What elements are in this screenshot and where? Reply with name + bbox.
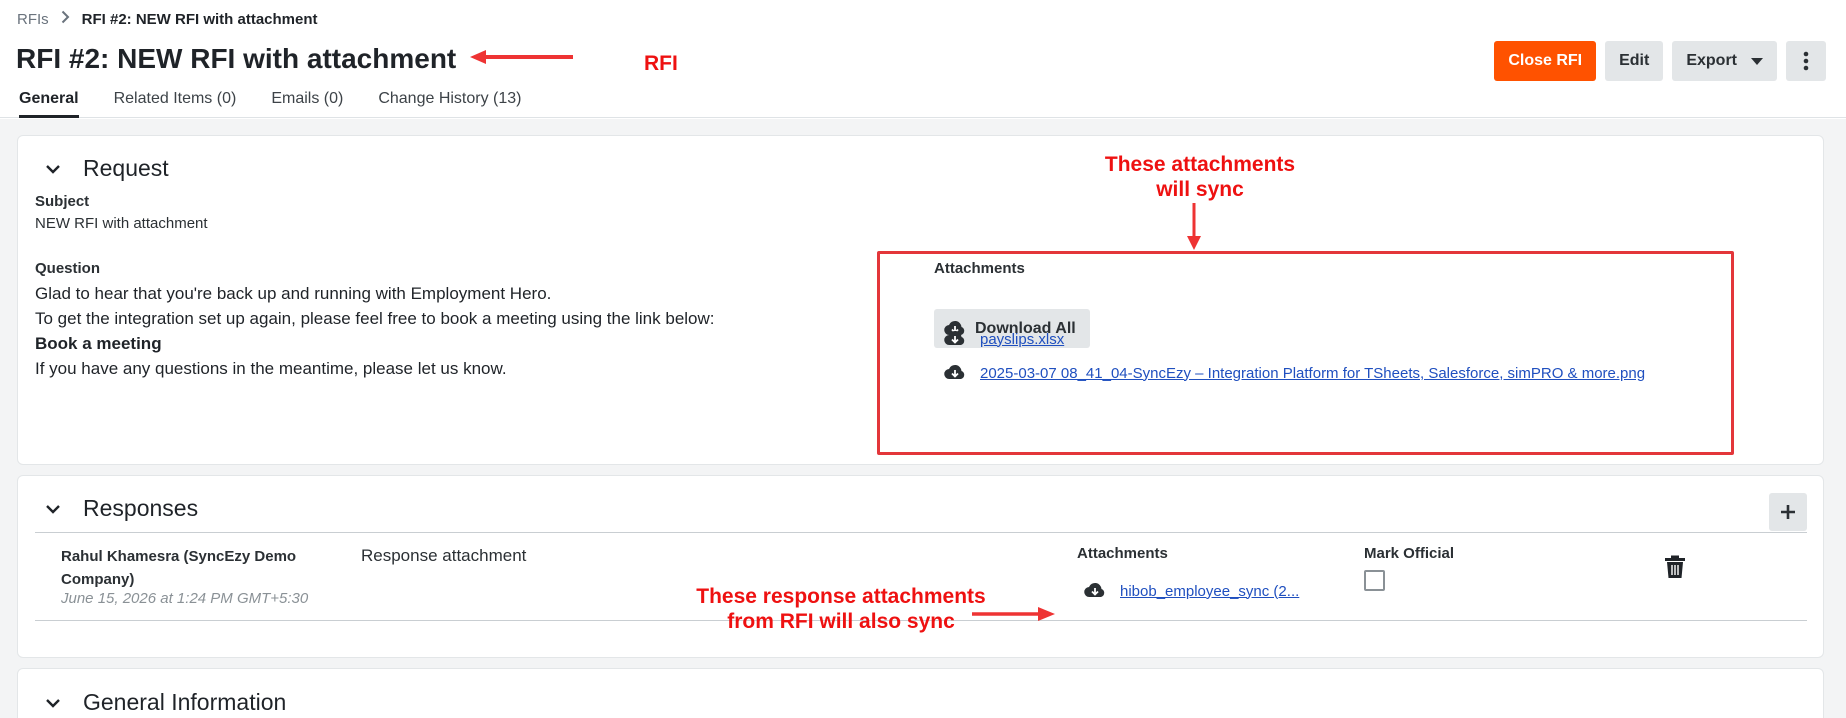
vertical-dots-icon — [1803, 51, 1809, 71]
question-line: Glad to hear that you're back up and run… — [35, 284, 552, 303]
tab-general[interactable]: General — [19, 90, 79, 118]
response-author: Rahul Khamesra (SyncEzy Demo Company) — [61, 545, 296, 591]
annotation-line: will sync — [1156, 178, 1244, 201]
general-information-title: General Information — [83, 689, 287, 715]
question-label: Question — [35, 260, 101, 277]
response-date: June 15, 2026 at 1:24 PM GMT+5:30 — [61, 590, 309, 607]
question-body: Glad to hear that you're back up and run… — [35, 281, 715, 381]
request-section-header[interactable]: Request — [45, 155, 169, 182]
trash-icon[interactable] — [1664, 555, 1686, 579]
response-text: Response attachment — [361, 546, 527, 565]
cloud-download-icon[interactable] — [1084, 582, 1106, 600]
annotation-line: from RFI will also sync — [727, 610, 955, 633]
responses-title: Responses — [83, 495, 199, 521]
response-attachment-link[interactable]: hibob_employee_sync (2... — [1120, 583, 1299, 600]
subject-label: Subject — [35, 193, 90, 210]
export-label: Export — [1686, 52, 1737, 69]
response-author-line: Company) — [61, 571, 135, 588]
annotation-line: These attachments — [1104, 153, 1296, 176]
response-attachments-label: Attachments — [1077, 545, 1168, 562]
breadcrumb: RFIs RFI #2: NEW RFI with attachment — [17, 10, 318, 28]
caret-down-icon — [1751, 57, 1763, 65]
annotation-responses-sync: These response attachments from RFI will… — [686, 584, 996, 634]
export-button[interactable]: Export — [1672, 41, 1777, 81]
more-options-button[interactable] — [1786, 41, 1826, 81]
chevron-down-icon — [46, 504, 60, 514]
toolbar: Close RFI Edit Export — [1494, 41, 1826, 81]
subject-value: NEW RFI with attachment — [35, 215, 208, 232]
annotation-attachments-sync: These attachments will sync — [1090, 152, 1310, 202]
annotation-arrow-rfi — [470, 50, 573, 64]
annotation-highlight-box — [877, 251, 1734, 455]
general-information-card: General Information — [17, 668, 1824, 718]
response-author-line: Rahul Khamesra (SyncEzy Demo — [61, 548, 297, 565]
annotation-line: These response attachments — [696, 585, 986, 608]
annotation-arrow-down — [1187, 203, 1201, 250]
chevron-right-icon — [61, 10, 70, 28]
request-title: Request — [83, 155, 169, 181]
breadcrumb-current: RFI #2: NEW RFI with attachment — [81, 10, 318, 28]
breadcrumb-rfis-link[interactable]: RFIs — [17, 11, 49, 28]
general-information-section-header[interactable]: General Information — [45, 689, 286, 716]
book-meeting-link[interactable]: Book a meeting — [35, 331, 715, 356]
tab-emails[interactable]: Emails (0) — [271, 90, 343, 118]
tab-bar: General Related Items (0) Emails (0) Cha… — [19, 90, 522, 118]
plus-icon — [1781, 505, 1795, 519]
add-response-button[interactable] — [1769, 493, 1807, 531]
edit-button[interactable]: Edit — [1605, 41, 1664, 81]
question-line: To get the integration set up again, ple… — [35, 309, 715, 328]
chevron-down-icon — [46, 698, 60, 708]
annotation-arrow-right — [972, 607, 1055, 621]
mark-official-label: Mark Official — [1364, 545, 1455, 562]
mark-official-checkbox[interactable] — [1364, 570, 1385, 591]
divider — [35, 532, 1807, 533]
tab-related-items[interactable]: Related Items (0) — [114, 90, 237, 118]
close-rfi-button[interactable]: Close RFI — [1494, 41, 1597, 81]
page-title: RFI #2: NEW RFI with attachment — [16, 43, 457, 74]
annotation-rfi: RFI — [644, 52, 678, 75]
page-header: RFIs RFI #2: NEW RFI with attachment RFI… — [0, 0, 1846, 118]
responses-section-header[interactable]: Responses — [45, 495, 198, 522]
chevron-down-icon — [46, 164, 60, 174]
response-attachment-row: hibob_employee_sync (2... — [1084, 582, 1299, 600]
tab-change-history[interactable]: Change History (13) — [378, 90, 521, 118]
question-line: If you have any questions in the meantim… — [35, 359, 507, 378]
